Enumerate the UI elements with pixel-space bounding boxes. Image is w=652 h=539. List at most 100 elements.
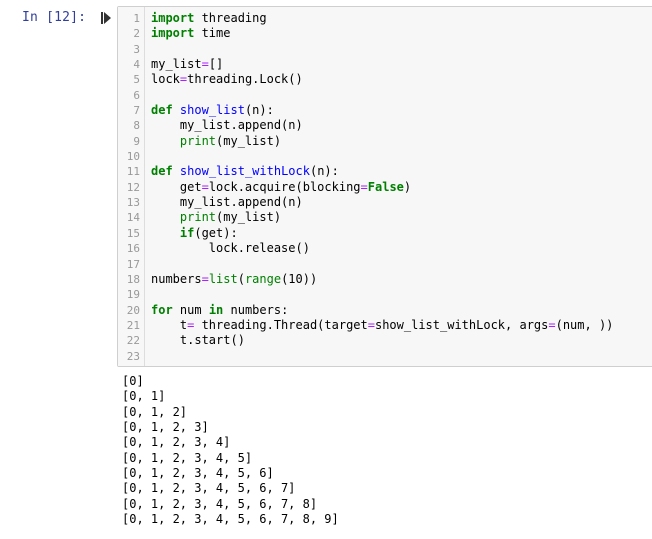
code-line[interactable]: 6 bbox=[118, 88, 652, 103]
line-number: 22 bbox=[126, 334, 140, 348]
code-token: list bbox=[208, 271, 238, 286]
code-line[interactable]: 8 my_list.append(n) bbox=[118, 118, 652, 133]
code-line[interactable]: 1 import threading bbox=[118, 11, 652, 26]
line-number: 3 bbox=[133, 42, 140, 56]
code-line[interactable]: 19 bbox=[118, 287, 652, 302]
code-text: t.start() bbox=[151, 333, 245, 348]
code-line[interactable]: 21 t= threading.Thread(target=show_list_… bbox=[118, 318, 652, 333]
output-line: [0] bbox=[122, 374, 144, 388]
code-token: time bbox=[194, 26, 231, 41]
code-token: (n): bbox=[309, 164, 339, 179]
code-token: my_list.append(n) bbox=[151, 195, 303, 210]
code-line[interactable]: 5 lock=threading.Lock() bbox=[118, 72, 652, 87]
output-line: [0, 1, 2, 3] bbox=[122, 420, 209, 435]
code-token: False bbox=[367, 179, 404, 194]
code-line[interactable]: 3 bbox=[118, 42, 652, 57]
line-number: 13 bbox=[126, 196, 140, 210]
code-token: = bbox=[367, 317, 375, 332]
line-number: 21 bbox=[126, 318, 140, 332]
code-line[interactable]: 4 my_list=[] bbox=[118, 57, 652, 72]
code-text: my_list=[] bbox=[151, 57, 223, 72]
line-number: 16 bbox=[126, 242, 140, 256]
code-token: (10)) bbox=[281, 271, 318, 286]
line-number: 5 bbox=[133, 73, 140, 87]
code-token: import bbox=[151, 26, 195, 41]
code-line[interactable]: 20 for num in numbers: bbox=[118, 303, 652, 318]
code-token: threading bbox=[194, 11, 267, 25]
code-token: for bbox=[151, 302, 173, 317]
code-token: range bbox=[244, 271, 282, 286]
code-token: lock.acquire(blocking bbox=[208, 179, 361, 194]
code-token: lock.release() bbox=[151, 241, 310, 256]
line-number: 4 bbox=[133, 58, 140, 72]
code-line[interactable]: 13 my_list.append(n) bbox=[118, 195, 652, 210]
code-text: lock=threading.Lock() bbox=[151, 72, 303, 87]
code-token: numbers bbox=[151, 271, 202, 286]
code-line[interactable]: 17 bbox=[118, 257, 652, 272]
code-line[interactable]: 10 bbox=[118, 149, 652, 164]
line-number: 14 bbox=[126, 211, 140, 225]
code-token: lock bbox=[151, 72, 180, 87]
code-text: lock.release() bbox=[151, 241, 310, 256]
line-number: 17 bbox=[126, 257, 140, 271]
code-token: (num, )) bbox=[555, 317, 614, 332]
code-line[interactable]: 22 t.start() bbox=[118, 333, 652, 348]
code-text: for num in numbers: bbox=[151, 303, 288, 318]
code-editor[interactable]: 1 import threading 2 import time 3 4 my_list=[… bbox=[117, 6, 652, 367]
code-token: my_list.append(n) bbox=[151, 118, 303, 133]
line-number: 2 bbox=[133, 27, 140, 41]
code-line[interactable]: 12 get=lock.acquire(blocking=False) bbox=[118, 180, 652, 195]
code-text: my_list.append(n) bbox=[151, 118, 303, 133]
output-line: [0, 1, 2, 3, 4, 5, 6, 7, 8] bbox=[122, 496, 318, 511]
code-token: ( bbox=[237, 271, 245, 286]
code-text: print(my_list) bbox=[151, 134, 281, 149]
code-token: ) bbox=[403, 179, 412, 194]
code-text: def show_list_withLock(n): bbox=[151, 164, 339, 179]
code-text: import time bbox=[151, 26, 230, 41]
code-token: = bbox=[201, 57, 209, 72]
code-line[interactable]: 7 def show_list(n): bbox=[118, 103, 652, 118]
code-text: get=lock.acquire(blocking=False) bbox=[151, 180, 411, 195]
code-token: if bbox=[179, 225, 195, 240]
line-number: 10 bbox=[126, 150, 140, 164]
code-line[interactable]: 14 print(my_list) bbox=[118, 210, 652, 225]
run-cell-icon[interactable] bbox=[101, 12, 111, 24]
code-token: (my_list) bbox=[216, 133, 282, 148]
code-line[interactable]: 2 import time bbox=[118, 26, 652, 41]
code-token: print bbox=[179, 210, 217, 225]
code-line[interactable]: 15 if(get): bbox=[118, 226, 652, 241]
code-token: print bbox=[179, 133, 217, 148]
output-line: [0, 1, 2, 3, 4, 5] bbox=[122, 450, 253, 465]
line-number: 7 bbox=[133, 104, 140, 118]
code-line[interactable]: 16 lock.release() bbox=[118, 241, 652, 256]
code-line[interactable]: 23 bbox=[118, 349, 652, 364]
line-number: 11 bbox=[126, 165, 140, 179]
line-number: 20 bbox=[126, 303, 140, 317]
output-line: [0, 1, 2] bbox=[122, 404, 188, 419]
output-line: [0, 1] bbox=[122, 389, 166, 404]
line-number: 12 bbox=[126, 180, 140, 194]
line-number: 15 bbox=[126, 226, 140, 240]
line-number: 1 bbox=[133, 12, 140, 25]
code-line[interactable]: 9 print(my_list) bbox=[118, 134, 652, 149]
code-token: = bbox=[201, 179, 209, 194]
line-number: 19 bbox=[126, 288, 140, 302]
code-line[interactable]: 11 def show_list_withLock(n): bbox=[118, 164, 652, 179]
code-token: num bbox=[172, 302, 209, 317]
output-line: [0, 1, 2, 3, 4] bbox=[122, 435, 231, 450]
line-number: 23 bbox=[126, 349, 140, 363]
code-text: print(my_list) bbox=[151, 210, 281, 225]
code-token: show_list bbox=[179, 103, 245, 118]
code-text: import threading bbox=[151, 11, 267, 26]
code-token: import bbox=[151, 11, 195, 25]
code-token: [] bbox=[208, 57, 224, 72]
code-lines: 1 import threading 2 import time 3 4 my_list=[… bbox=[118, 11, 652, 364]
code-token: in bbox=[208, 302, 224, 317]
code-token: = bbox=[548, 317, 556, 332]
code-token: my_list bbox=[151, 57, 202, 72]
code-line[interactable]: 18 numbers=list(range(10)) bbox=[118, 272, 652, 287]
code-token: threading.Thread(target bbox=[194, 317, 368, 332]
